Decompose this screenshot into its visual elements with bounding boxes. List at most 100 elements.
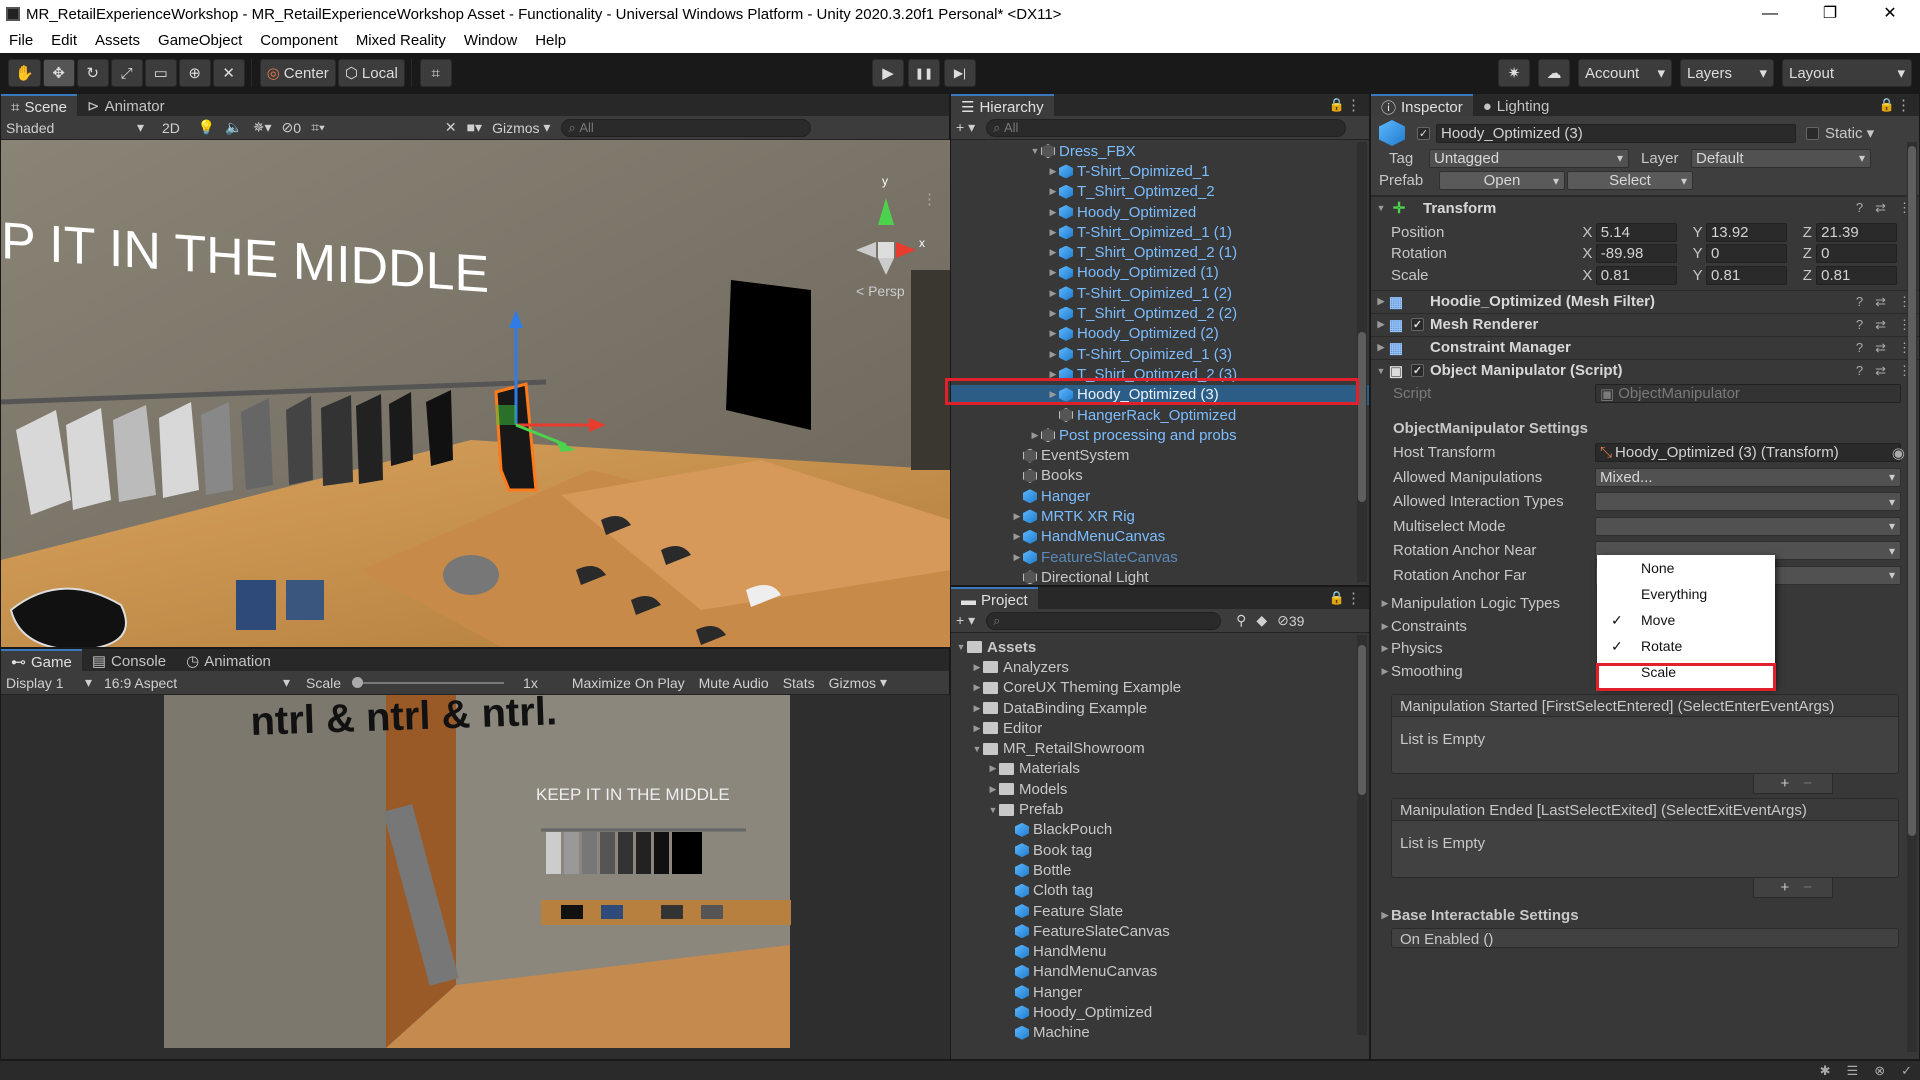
tab-lighting[interactable]: ● Lighting xyxy=(1473,94,1560,116)
project-item[interactable]: Hanger xyxy=(951,982,1369,1002)
bug-icon[interactable]: ✱ xyxy=(1820,1063,1831,1079)
menu-assets[interactable]: Assets xyxy=(86,32,149,49)
tab-project[interactable]: ▬ Project xyxy=(951,587,1038,609)
stack-icon[interactable]: ☰ xyxy=(1847,1063,1859,1079)
cloud-icon[interactable]: ☁ xyxy=(1538,59,1570,87)
tag-dropdown[interactable]: Untagged xyxy=(1429,148,1629,168)
project-item[interactable]: ▶ Analyzers xyxy=(951,657,1369,677)
hierarchy-item[interactable]: ▶T_Shirt_Optimzed_2 (1)› xyxy=(951,242,1369,262)
grid-toggle-icon[interactable]: ⌗▾ xyxy=(306,119,330,137)
scale-slider[interactable] xyxy=(352,676,505,688)
add-event-button[interactable]: + xyxy=(1780,775,1789,792)
foldout-arrow-icon[interactable]: ▶ xyxy=(1047,247,1059,258)
foldout-arrow-icon[interactable]: ▼ xyxy=(1029,146,1041,156)
scale-tool-icon[interactable]: ⤢ xyxy=(110,59,143,87)
object-manipulator-enabled-checkbox[interactable]: ✓ xyxy=(1411,364,1424,377)
menu-file[interactable]: File xyxy=(0,32,42,49)
project-item[interactable]: ▶ Models xyxy=(951,779,1369,799)
hierarchy-item[interactable]: ▶Hoody_Optimized (1)› xyxy=(951,263,1369,283)
project-item[interactable]: ▶ DataBinding Example xyxy=(951,698,1369,718)
foldout-arrow-icon[interactable]: ▶ xyxy=(1047,227,1059,238)
foldout-arrow-icon[interactable]: ▶ xyxy=(1047,186,1059,197)
hierarchy-item[interactable]: ▶FeatureSlateCanvas› xyxy=(951,547,1369,567)
project-item[interactable]: ▶ Materials xyxy=(951,759,1369,779)
transform-z-input[interactable]: 0 xyxy=(1816,244,1897,264)
hierarchy-item[interactable]: ▶T_Shirt_Optimzed_2› xyxy=(951,182,1369,202)
tab-hierarchy[interactable]: ☰ Hierarchy xyxy=(951,94,1054,116)
project-item[interactable]: HandMenu xyxy=(951,941,1369,961)
tab-inspector[interactable]: ⓘ Inspector xyxy=(1371,94,1473,117)
allowed-interaction-types-dropdown[interactable] xyxy=(1595,492,1901,512)
hierarchy-item[interactable]: EventSystem xyxy=(951,445,1369,465)
hidden-objects-icon[interactable]: ⊘ 0 xyxy=(277,119,307,137)
hierarchy-item[interactable]: HangerRack_Optimized xyxy=(951,405,1369,425)
hierarchy-item[interactable]: ▶ Post processing and probs xyxy=(951,425,1369,445)
hierarchy-item[interactable]: Directional Light xyxy=(951,567,1369,587)
component-enabled-checkbox[interactable]: ✓ xyxy=(1411,318,1424,331)
project-item[interactable]: ▼ MR_RetailShowroom xyxy=(951,738,1369,758)
mute-audio-toggle[interactable]: Mute Audio xyxy=(694,674,774,692)
minimize-button[interactable]: — xyxy=(1740,0,1800,28)
hidden-packages-icon[interactable]: ⊘ 39 xyxy=(1272,612,1309,630)
lighting-toggle-icon[interactable]: 💡 xyxy=(193,119,220,137)
grid-snap-icon[interactable]: ⌗ xyxy=(419,59,452,87)
layers-dropdown[interactable]: Layers ▾ xyxy=(1680,59,1774,87)
popup-option-rotate[interactable]: ✓ Rotate xyxy=(1597,633,1775,659)
hierarchy-item[interactable]: ▶T-Shirt_Opimized_1› xyxy=(951,161,1369,181)
project-item[interactable]: FeatureSlateCanvas xyxy=(951,921,1369,941)
pivot-center-button[interactable]: ◎ Center xyxy=(259,59,336,87)
inspector-lock-icon[interactable]: 🔒 xyxy=(1879,97,1895,113)
hierarchy-item[interactable]: Books xyxy=(951,466,1369,486)
project-search-input[interactable]: ⌕ xyxy=(986,611,1222,630)
tab-game[interactable]: ⊷ Game xyxy=(1,649,82,671)
hierarchy-item[interactable]: ▶MRTK XR Rig› xyxy=(951,506,1369,526)
foldout-arrow-icon[interactable]: ▶ xyxy=(1029,430,1041,441)
project-create-dropdown[interactable]: + ▾ xyxy=(951,612,980,630)
project-item[interactable]: HandMenuCanvas xyxy=(951,962,1369,982)
project-menu-icon[interactable]: ⋮ xyxy=(1346,589,1361,607)
remove-event-button[interactable]: − xyxy=(1803,775,1812,792)
foldout-arrow-icon[interactable]: ▶ xyxy=(1047,349,1059,360)
search-by-type-icon[interactable]: ⚲ xyxy=(1231,612,1251,630)
hierarchy-item[interactable]: ▶T-Shirt_Opimized_1 (2)› xyxy=(951,283,1369,303)
hierarchy-item[interactable]: ▶HandMenuCanvas› xyxy=(951,527,1369,547)
close-button[interactable]: ✕ xyxy=(1860,0,1920,28)
scene-viewport[interactable]: P IT IN THE MIDDLE y x < Persp xyxy=(1,140,951,647)
project-item[interactable]: Hoody_Optimized xyxy=(951,1002,1369,1022)
foldout-arrow-icon[interactable]: ▶ xyxy=(1047,207,1059,218)
active-checkbox[interactable]: ✓ xyxy=(1417,126,1430,140)
menu-help[interactable]: Help xyxy=(526,32,575,49)
rect-tool-icon[interactable]: ▭ xyxy=(144,59,177,87)
hierarchy-item[interactable]: ▶T_Shirt_Optimzed_2 (2)› xyxy=(951,303,1369,323)
tab-animator[interactable]: ⊳ Animator xyxy=(77,94,175,116)
transform-x-input[interactable]: -89.98 xyxy=(1595,244,1677,264)
pause-button[interactable]: ❚❚ xyxy=(908,59,940,87)
component-header[interactable]: ▶ ▦ ✓ Mesh Renderer? ⇄ ⋮ xyxy=(1371,312,1919,336)
menu-mixed-reality[interactable]: Mixed Reality xyxy=(347,32,455,49)
popup-option-none[interactable]: None xyxy=(1597,555,1775,581)
transform-y-input[interactable]: 0 xyxy=(1705,244,1787,264)
tab-console[interactable]: ▤ Console xyxy=(82,649,176,671)
game-gizmos-dropdown[interactable]: Gizmos ▾ xyxy=(824,674,892,692)
object-name-input[interactable]: Hoody_Optimized (3) xyxy=(1436,123,1796,143)
hierarchy-item[interactable]: ▶T-Shirt_Opimized_1 (1)› xyxy=(951,222,1369,242)
maximize-on-play-toggle[interactable]: Maximize On Play xyxy=(567,674,690,692)
foldout-arrow-icon[interactable]: ▶ xyxy=(1047,308,1059,319)
shading-dropdown[interactable]: Shaded ▾ xyxy=(1,119,149,137)
camera-dropdown-icon[interactable]: ■▾ xyxy=(462,119,487,137)
hand-tool-icon[interactable]: ✋ xyxy=(8,59,41,87)
restore-button[interactable]: ❐ xyxy=(1800,0,1860,28)
foldout-arrow-icon[interactable]: ▶ xyxy=(1011,552,1023,563)
search-by-label-icon[interactable]: ◆ xyxy=(1251,612,1272,630)
menu-edit[interactable]: Edit xyxy=(42,32,86,49)
account-dropdown[interactable]: Account ▾ xyxy=(1578,59,1672,87)
tab-animation[interactable]: ◷ Animation xyxy=(176,649,281,671)
add-event-button-2[interactable]: + xyxy=(1780,879,1789,896)
hierarchy-item[interactable]: ▶Hoody_Optimized (2)› xyxy=(951,324,1369,344)
project-item[interactable]: ▶ Editor xyxy=(951,718,1369,738)
transform-header[interactable]: ▼ ✛ Transform ? ⇄ ⋮ xyxy=(1371,196,1919,219)
foldout-arrow-icon[interactable]: ▶ xyxy=(1047,267,1059,278)
project-item[interactable]: Bottle xyxy=(951,860,1369,880)
popup-option-everything[interactable]: Everything xyxy=(1597,581,1775,607)
popup-option-move[interactable]: ✓ Move xyxy=(1597,607,1775,633)
